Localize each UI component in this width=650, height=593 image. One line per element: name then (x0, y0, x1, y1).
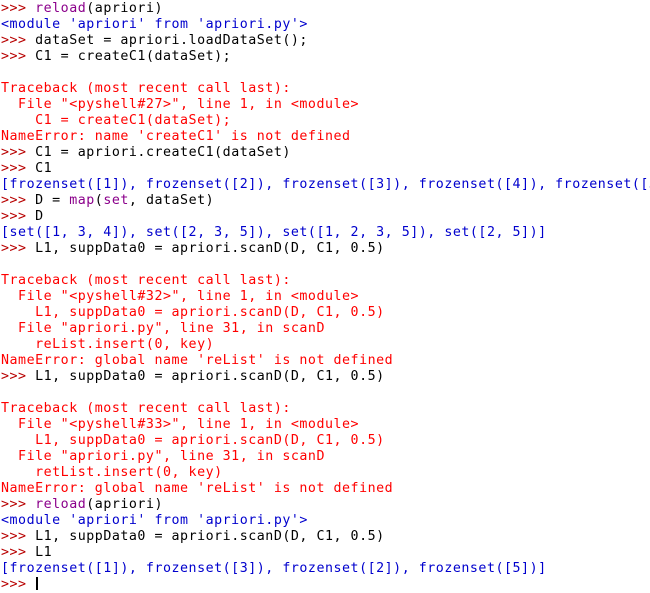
shell-token-normal: L1 (35, 545, 53, 560)
shell-token-output: <module 'apriori' from 'apriori.py'> (1, 513, 308, 528)
shell-token-error: File "apriori.py", line 31, in scanD (1, 449, 325, 464)
shell-token-prompt: >>> (1, 545, 36, 560)
shell-token-prompt: >>> (1, 145, 36, 160)
shell-token-normal: (apriori) (86, 497, 163, 512)
shell-line-input: >>> C1 = createC1(dataSet); (1, 49, 650, 65)
shell-token-normal: C1 = createC1(dataSet); (35, 49, 232, 64)
shell-line-error: NameError: global name 'reList' is not d… (1, 353, 650, 369)
shell-token-error: File "<pyshell#32>", line 1, in <module> (1, 289, 360, 304)
shell-token-error: NameError: name 'createC1' is not define… (1, 129, 351, 144)
shell-line-output: <module 'apriori' from 'apriori.py'> (1, 513, 650, 529)
shell-line-input: >>> reload(apriori) (1, 497, 650, 513)
shell-token-prompt: >>> (1, 209, 36, 224)
shell-line-error: Traceback (most recent call last): (1, 401, 650, 417)
shell-token-builtin: set (103, 193, 129, 208)
shell-line-error: C1 = createC1(dataSet); (1, 113, 650, 129)
shell-token-output: [frozenset([1]), frozenset([2]), frozens… (1, 177, 650, 192)
shell-token-error: File "<pyshell#33>", line 1, in <module> (1, 417, 360, 432)
shell-token-normal: , dataSet) (128, 193, 215, 208)
shell-line-error: NameError: global name 'reList' is not d… (1, 481, 650, 497)
shell-token-prompt: >>> (1, 529, 36, 544)
shell-line-error: File "apriori.py", line 31, in scanD (1, 321, 650, 337)
shell-token-normal: D (35, 209, 44, 224)
shell-token-builtin: map (69, 193, 95, 208)
shell-line-input: >>> D (1, 209, 650, 225)
shell-token-normal: L1, suppData0 = apriori.scanD(D, C1, 0.5… (35, 241, 385, 256)
shell-line-error: NameError: name 'createC1' is not define… (1, 129, 650, 145)
shell-line-input: >>> L1, suppData0 = apriori.scanD(D, C1,… (1, 369, 650, 385)
shell-line-output: [frozenset([1]), frozenset([2]), frozens… (1, 177, 650, 193)
shell-line-input: >>> dataSet = apriori.loadDataSet(); (1, 33, 650, 49)
shell-line-output: [set([1, 3, 4]), set([2, 3, 5]), set([1,… (1, 225, 650, 241)
shell-line-error: Traceback (most recent call last): (1, 81, 650, 97)
shell-token-error: C1 = createC1(dataSet); (1, 113, 232, 128)
shell-line-input: >>> D = map(set, dataSet) (1, 193, 650, 209)
shell-token-normal: L1, suppData0 = apriori.scanD(D, C1, 0.5… (35, 369, 385, 384)
shell-token-prompt: >>> (1, 49, 36, 64)
shell-line-error: Traceback (most recent call last): (1, 273, 650, 289)
shell-token-normal: C1 (35, 161, 53, 176)
shell-token-output: <module 'apriori' from 'apriori.py'> (1, 17, 308, 32)
shell-line-error: retList.insert(0, key) (1, 465, 650, 481)
shell-line-error: File "apriori.py", line 31, in scanD (1, 449, 650, 465)
shell-line-blank (1, 257, 650, 273)
shell-token-builtin: reload (35, 1, 87, 16)
shell-token-error: NameError: global name 'reList' is not d… (1, 353, 394, 368)
shell-line-error: File "<pyshell#33>", line 1, in <module> (1, 417, 650, 433)
shell-token-normal: (apriori) (86, 1, 163, 16)
shell-line-input: >>> C1 = apriori.createC1(dataSet) (1, 145, 650, 161)
shell-token-prompt: >>> (1, 1, 36, 16)
shell-line-blank (1, 65, 650, 81)
shell-token-normal: dataSet = apriori.loadDataSet(); (35, 33, 308, 48)
shell-token-error: reList.insert(0, key) (1, 337, 215, 352)
shell-line-input: >>> L1, suppData0 = apriori.scanD(D, C1,… (1, 529, 650, 545)
shell-token-error: Traceback (most recent call last): (1, 273, 291, 288)
shell-token-error: retList.insert(0, key) (1, 465, 223, 480)
shell-token-prompt: >>> (1, 161, 36, 176)
shell-token-error: File "<pyshell#27>", line 1, in <module> (1, 97, 360, 112)
shell-line-input: >>> (1, 577, 650, 593)
shell-token-builtin: reload (35, 497, 87, 512)
shell-token-prompt: >>> (1, 33, 36, 48)
shell-line-error: File "<pyshell#32>", line 1, in <module> (1, 289, 650, 305)
shell-token-prompt: >>> (1, 369, 36, 384)
shell-line-error: reList.insert(0, key) (1, 337, 650, 353)
python-shell-output[interactable]: >>> reload(apriori) <module 'apriori' fro… (0, 0, 650, 592)
shell-line-error: L1, suppData0 = apriori.scanD(D, C1, 0.5… (1, 305, 650, 321)
text-cursor (36, 577, 39, 590)
shell-line-error: L1, suppData0 = apriori.scanD(D, C1, 0.5… (1, 433, 650, 449)
shell-line-input: >>> L1 (1, 545, 650, 561)
shell-token-prompt: >>> (1, 241, 36, 256)
shell-token-prompt: >>> (1, 577, 36, 592)
shell-token-output: [set([1, 3, 4]), set([2, 3, 5]), set([1,… (1, 225, 547, 240)
shell-line-input: >>> reload(apriori) (1, 1, 650, 17)
shell-line-output: <module 'apriori' from 'apriori.py'> (1, 17, 650, 33)
shell-token-error: Traceback (most recent call last): (1, 401, 291, 416)
shell-token-error: File "apriori.py", line 31, in scanD (1, 321, 325, 336)
shell-token-normal: L1, suppData0 = apriori.scanD(D, C1, 0.5… (35, 529, 385, 544)
shell-line-blank (1, 385, 650, 401)
shell-token-error: NameError: global name 'reList' is not d… (1, 481, 394, 496)
shell-token-prompt: >>> (1, 497, 36, 512)
shell-line-input: >>> C1 (1, 161, 650, 177)
shell-token-error: Traceback (most recent call last): (1, 81, 291, 96)
shell-token-output: [frozenset([1]), frozenset([3]), frozens… (1, 561, 547, 576)
shell-token-prompt: >>> (1, 193, 36, 208)
shell-token-error: L1, suppData0 = apriori.scanD(D, C1, 0.5… (1, 433, 385, 448)
shell-line-error: File "<pyshell#27>", line 1, in <module> (1, 97, 650, 113)
shell-token-normal: D = (35, 193, 70, 208)
shell-token-normal: C1 = apriori.createC1(dataSet) (35, 145, 291, 160)
shell-line-output: [frozenset([1]), frozenset([3]), frozens… (1, 561, 650, 577)
shell-line-input: >>> L1, suppData0 = apriori.scanD(D, C1,… (1, 241, 650, 257)
shell-token-error: L1, suppData0 = apriori.scanD(D, C1, 0.5… (1, 305, 385, 320)
